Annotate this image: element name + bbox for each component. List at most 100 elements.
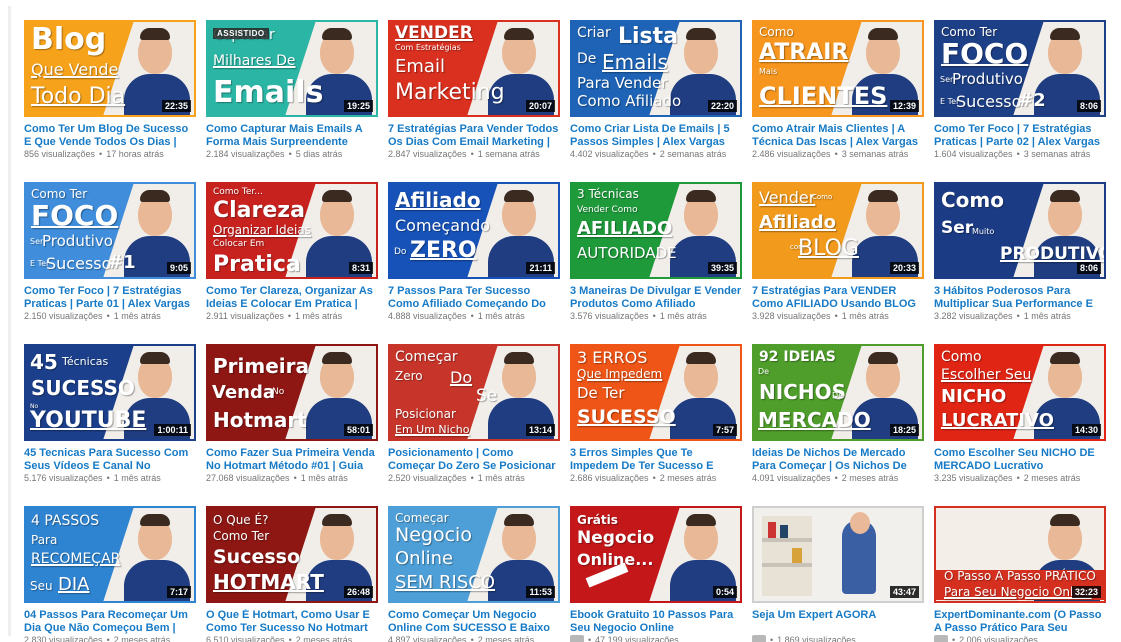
video-card[interactable]: Blog Que Vende Todo Dia 22:35 Como Ter Um Bl… (24, 20, 196, 163)
meta-separator: • (470, 635, 474, 642)
video-thumbnail[interactable]: 43:47 (752, 506, 924, 603)
video-title-link[interactable]: Como Criar Lista De Emails | 5 Passos Si… (570, 123, 742, 149)
video-thumbnail[interactable]: ComeçarDoZeroSePosicionarEm Um NichoConc… (388, 344, 560, 441)
video-title-link[interactable]: 3 Hábitos Poderosos Para Multiplicar Sua… (934, 285, 1106, 311)
video-card[interactable]: Como Ter FOCO Ser Produtivo E Ter Sucesso #2 8:… (934, 20, 1106, 163)
thumbnail-text: Que Impedem (577, 367, 663, 381)
upload-age: 1 semana atrás (477, 149, 540, 159)
thumbnail-text: Se (476, 386, 498, 406)
video-thumbnail[interactable]: Começar Negocio Online SEM RISCO 11:53 (388, 506, 560, 603)
video-thumbnail[interactable]: 92 IDEIAS De NICHOS De MERCADO 18:25 (752, 344, 924, 441)
video-card[interactable]: Vender Como Afiliado com BLOG 20:33 7 Estratég… (752, 182, 924, 325)
video-thumbnail[interactable]: Como Ter... Clareza Organizar Ideias Coloca… (206, 182, 378, 279)
channel-icon (570, 635, 584, 642)
video-thumbnail[interactable]: Como ATRAIR Mais CLIENTES 12:39 (752, 20, 924, 117)
thumbnail-text: BLOG (798, 236, 859, 261)
video-thumbnail[interactable]: VENDER Com Estratégias Email Marketing 20:07 (388, 20, 560, 117)
upload-age: 1 mês atrás (477, 311, 525, 321)
video-thumbnail[interactable]: O Que É? Como Ter Sucesso HOTMART 26:48 (206, 506, 378, 603)
video-meta: 2.686 visualizações • 2 meses atrás (570, 473, 742, 484)
video-thumbnail[interactable]: CapturarMilhares DeEmailsASSISTIDO19:25 (206, 20, 378, 117)
upload-age: 2 meses atrás (113, 635, 171, 642)
video-thumbnail[interactable]: Como Ser Muito PRODUTIVO 8:06 (934, 182, 1106, 279)
video-card[interactable]: Como Ser Muito PRODUTIVO 8:06 3 Hábitos Poder… (934, 182, 1106, 325)
video-thumbnail[interactable]: Primeira Venda No Hotmart 58:01 (206, 344, 378, 441)
video-title-link[interactable]: ExpertDominante.com (O Passo A Passo Prá… (934, 609, 1106, 635)
video-title-link[interactable]: 7 Estratégias Para Vender Todos Os Dias … (388, 123, 560, 149)
video-card[interactable]: Primeira Venda No Hotmart 58:01 Como Fazer Su… (206, 344, 378, 487)
video-card[interactable]: 4 PASSOS Para RECOMEÇAR Seu DIA 7:17 04 Passos… (24, 506, 196, 642)
video-meta: 5.176 visualizações • 1 mês atrás (24, 473, 196, 484)
video-title-link[interactable]: Como Atrair Mais Clientes | A Técnica Da… (752, 123, 924, 149)
video-card[interactable]: 45 Técnicas SUCESSO No YOUTUBE 1:00:11 45 Tecn… (24, 344, 196, 487)
video-card[interactable]: CapturarMilhares DeEmailsASSISTIDO19:25 C… (206, 20, 378, 163)
video-title-link[interactable]: Posicionamento | Como Começar Do Zero Se… (388, 447, 560, 473)
video-card[interactable]: 43:47 Seja Um Expert AGORA • 1.869 visualiz… (752, 506, 924, 642)
video-thumbnail[interactable]: Como Ter FOCO Ser Produtivo E Ter Sucesso #2 8:… (934, 20, 1106, 117)
video-title-link[interactable]: Como Ter Foco | 7 Estratégias Praticas |… (24, 285, 196, 311)
video-thumbnail[interactable]: Vender Como Afiliado com BLOG 20:33 (752, 182, 924, 279)
video-title-link[interactable]: 3 Erros Simples Que Te Impedem De Ter Su… (570, 447, 742, 473)
video-title-link[interactable]: 45 Tecnicas Para Sucesso Com Seus Vídeos… (24, 447, 196, 473)
thumbnail-text: 45 (30, 350, 58, 374)
video-title-link[interactable]: Seja Um Expert AGORA (752, 609, 924, 635)
video-card[interactable]: Afiliado Começando Do ZERO 21:11 7 Passos Par… (388, 182, 560, 325)
duration-badge: 13:14 (525, 424, 555, 436)
video-card[interactable]: VENDER Com Estratégias Email Marketing 20:07… (388, 20, 560, 163)
thumbnail-text: AFILIADO (577, 218, 673, 239)
duration-badge: 7:17 (166, 586, 191, 598)
view-count: 3.282 visualizações (934, 311, 1013, 321)
video-thumbnail[interactable]: Como Ter FOCO Ser Produtivo E Ter Sucesso #1 9:… (24, 182, 196, 279)
duration-badge: 22:35 (161, 100, 191, 112)
video-title-link[interactable]: 7 Estratégias Para VENDER Como AFILIADO … (752, 285, 924, 311)
video-title-link[interactable]: Como Ter Foco | 7 Estratégias Praticas |… (934, 123, 1106, 149)
video-card[interactable]: Grátis Negocio Online... 0:54 Ebook Gratuito… (570, 506, 742, 642)
video-thumbnail[interactable]: Blog Que Vende Todo Dia 22:35 (24, 20, 196, 117)
thumbnail-text: Organizar Ideias (213, 223, 311, 237)
video-title-link[interactable]: Como Fazer Sua Primeira Venda No Hotmart… (206, 447, 378, 473)
video-card[interactable]: Como Ter FOCO Ser Produtivo E Ter Sucesso #1 9:… (24, 182, 196, 325)
thumbnail-text: Primeira (213, 354, 309, 378)
view-count: 2.006 visualizações (959, 635, 1038, 642)
video-thumbnail[interactable]: 3 Técnicas Vender Como AFILIADO AUTORIDADE 3… (570, 182, 742, 279)
video-title-link[interactable]: Como Começar Um Negocio Online Com SUCES… (388, 609, 560, 635)
view-count: 1.869 visualizações (777, 635, 856, 642)
video-card[interactable]: Começar Negocio Online SEM RISCO 11:53 Como C… (388, 506, 560, 642)
video-card[interactable]: 3 Técnicas Vender Como AFILIADO AUTORIDADE 3… (570, 182, 742, 325)
thumbnail-text: 4 PASSOS (31, 513, 100, 529)
video-title-link[interactable]: 7 Passos Para Ter Sucesso Como Afiliado … (388, 285, 560, 311)
video-thumbnail[interactable]: 3 ERROS Que Impedem De Ter SUCESSO 7:57 (570, 344, 742, 441)
video-thumbnail[interactable]: 45 Técnicas SUCESSO No YOUTUBE 1:00:11 (24, 344, 196, 441)
video-card[interactable]: Como Ter... Clareza Organizar Ideias Coloca… (206, 182, 378, 325)
video-title-link[interactable]: Como Ter Clareza, Organizar As Ideias E … (206, 285, 378, 311)
duration-badge: 22:20 (707, 100, 737, 112)
video-thumbnail[interactable]: Afiliado Começando Do ZERO 21:11 (388, 182, 560, 279)
video-card[interactable]: ComeçarDoZeroSePosicionarEm Um NichoConc… (388, 344, 560, 487)
video-thumbnail[interactable]: Criar Lista De Emails Para Vender Como Afilia… (570, 20, 742, 117)
view-count: 27.068 visualizações (206, 473, 290, 483)
thumbnail-text: VENDER (395, 23, 473, 43)
video-thumbnail[interactable]: Como Escolher Seu NICHO LUCRATIVO 14:30 (934, 344, 1106, 441)
video-card[interactable]: Como Escolher Seu NICHO LUCRATIVO 14:30 Como … (934, 344, 1106, 487)
video-title-link[interactable]: Como Capturar Mais Emails A Forma Mais S… (206, 123, 378, 149)
video-thumbnail[interactable]: O Passo A Passo PRÁTICO Para Seu Negocio … (934, 506, 1106, 603)
video-card[interactable]: O Que É? Como Ter Sucesso HOTMART 26:48 O Que… (206, 506, 378, 642)
video-title-link[interactable]: 3 Maneiras De Divulgar E Vender Produtos… (570, 285, 742, 311)
video-title-link[interactable]: Como Escolher Seu NICHO DE MERCADO Lucra… (934, 447, 1106, 473)
video-card[interactable]: Como ATRAIR Mais CLIENTES 12:39 Como Atrair M… (752, 20, 924, 163)
thumbnail-text: Como Ter... (213, 187, 263, 197)
video-card[interactable]: 92 IDEIAS De NICHOS De MERCADO 18:25 Ideias De… (752, 344, 924, 487)
video-card[interactable]: Criar Lista De Emails Para Vender Como Afilia… (570, 20, 742, 163)
thumbnail-text: Online (395, 548, 454, 569)
view-count: 2.486 visualizações (752, 149, 831, 159)
video-card[interactable]: O Passo A Passo PRÁTICO Para Seu Negocio … (934, 506, 1106, 642)
video-title-link[interactable]: Ebook Gratuito 10 Passos Para Seu Negoci… (570, 609, 742, 635)
video-thumbnail[interactable]: 4 PASSOS Para RECOMEÇAR Seu DIA 7:17 (24, 506, 196, 603)
video-thumbnail[interactable]: Grátis Negocio Online... 0:54 (570, 506, 742, 603)
video-title-link[interactable]: 04 Passos Para Recomeçar Um Dia Que Não … (24, 609, 196, 635)
video-title-link[interactable]: O Que É Hotmart, Como Usar E Como Ter Su… (206, 609, 378, 635)
duration-badge: 14:30 (1071, 424, 1101, 436)
video-card[interactable]: 3 ERROS Que Impedem De Ter SUCESSO 7:57 3 Err… (570, 344, 742, 487)
video-title-link[interactable]: Como Ter Um Blog De Sucesso E Que Vende … (24, 123, 196, 149)
video-title-link[interactable]: Ideias De Nichos De Mercado Para Começar… (752, 447, 924, 473)
